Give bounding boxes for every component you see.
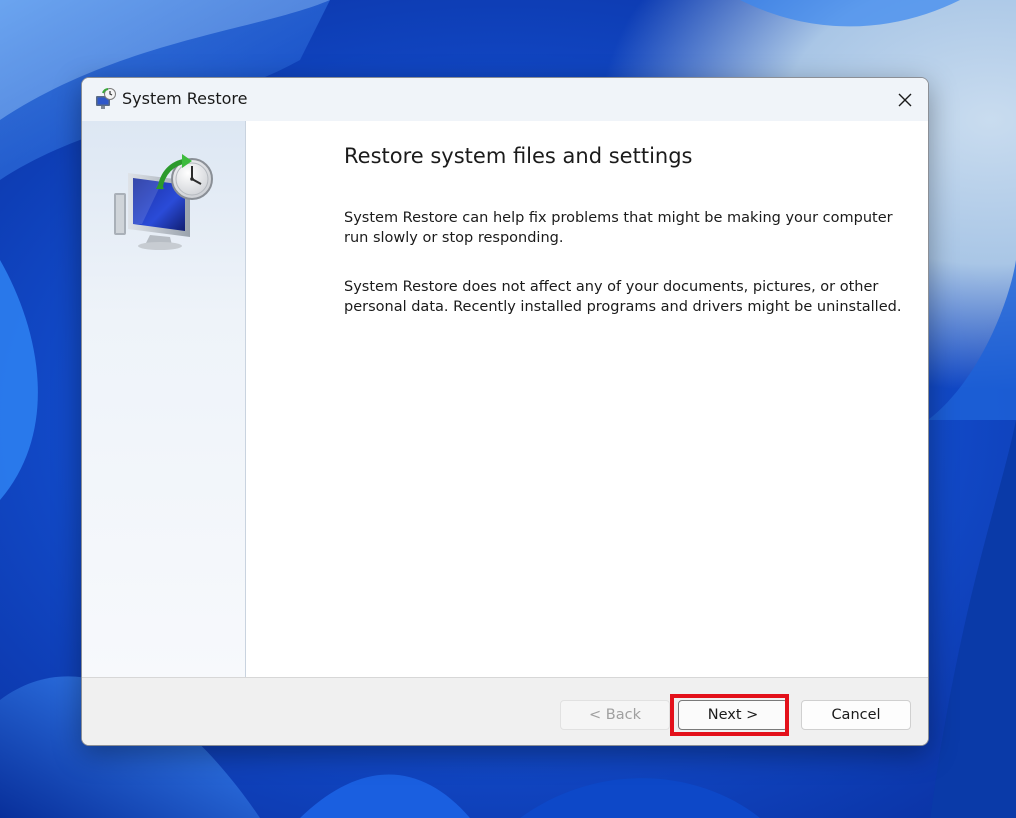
cancel-button[interactable]: Cancel <box>801 700 911 730</box>
system-restore-dialog: System Restore Restore system files and … <box>81 77 929 746</box>
close-button[interactable] <box>882 78 928 121</box>
description-paragraph-1: System Restore can help fix problems tha… <box>344 210 893 246</box>
wizard-footer: < Back Next > Cancel <box>82 677 928 745</box>
system-restore-icon <box>93 87 117 111</box>
wizard-sidebar <box>82 121 246 677</box>
back-button[interactable]: < Back <box>560 700 670 730</box>
description-paragraph-2: System Restore does not affect any of yo… <box>344 279 902 315</box>
wizard-content: Restore system files and settings System… <box>246 121 928 677</box>
window-title: System Restore <box>122 89 248 108</box>
next-button[interactable]: Next > <box>678 700 788 730</box>
close-icon <box>898 93 912 106</box>
system-restore-computer-clock-icon <box>112 151 216 251</box>
title-bar[interactable]: System Restore <box>82 78 928 121</box>
page-title: Restore system files and settings <box>344 144 693 168</box>
